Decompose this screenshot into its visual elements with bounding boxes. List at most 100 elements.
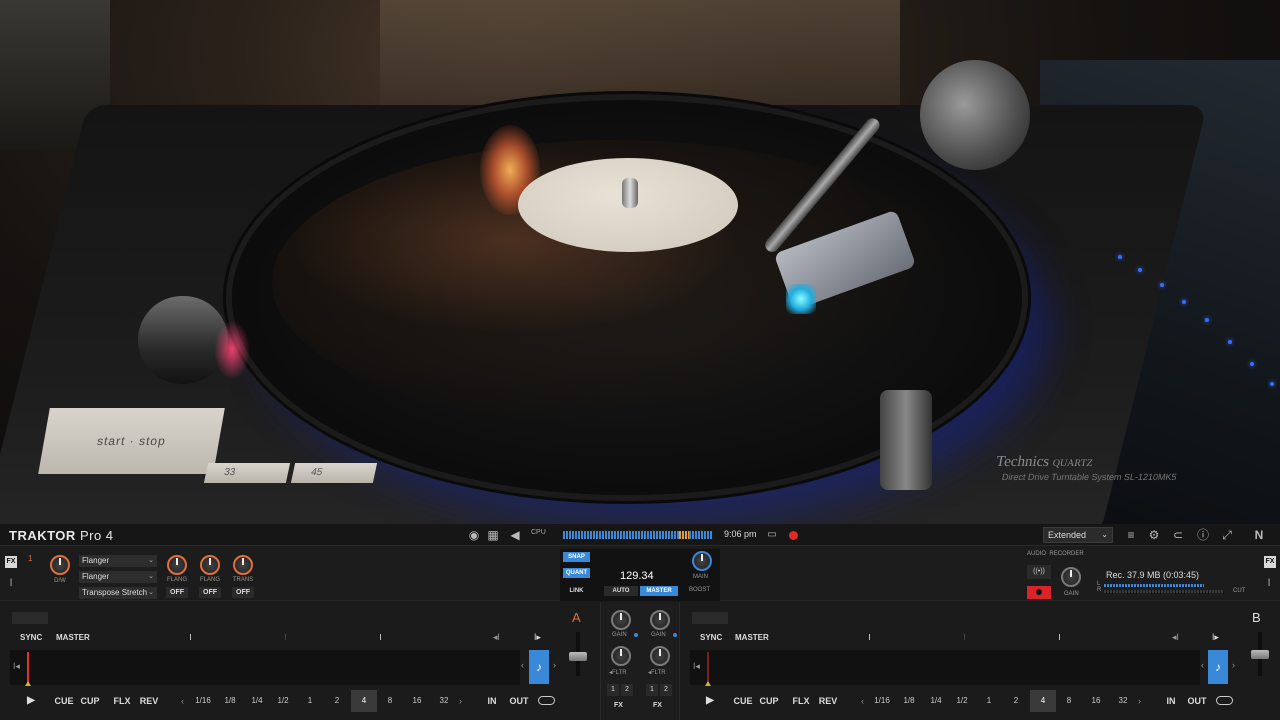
deck-a-reverse-button[interactable]: REV bbox=[137, 690, 161, 712]
gear-icon[interactable]: ⚙ bbox=[1147, 528, 1161, 542]
deck-b-overview[interactable]: ǀ◂ bbox=[690, 650, 1200, 686]
channel-b-filter-knob[interactable] bbox=[650, 646, 670, 666]
dry-wet-knob[interactable] bbox=[50, 555, 70, 575]
deck-b-loop-1[interactable]: 1 bbox=[976, 690, 1002, 712]
deck-a-to-start-icon[interactable]: ǀ◂ bbox=[13, 661, 20, 672]
deck-a-key-down-icon[interactable]: ‹ bbox=[521, 660, 524, 670]
deck-a-beatjump-back-icon[interactable]: ◂ǀ bbox=[493, 632, 500, 643]
deck-b-loop-2[interactable]: 2 bbox=[1003, 690, 1029, 712]
ni-logo-icon: N bbox=[1254, 528, 1264, 542]
deck-a-loop-16[interactable]: 16 bbox=[404, 690, 430, 712]
master-button[interactable]: MASTER bbox=[640, 586, 678, 596]
midi-icon[interactable]: ▦ bbox=[486, 528, 500, 542]
fx-button-1[interactable]: OFF bbox=[166, 587, 188, 598]
deck-b-beatjump-back-icon[interactable]: ◂ǀ bbox=[1172, 632, 1179, 643]
record-button[interactable] bbox=[1027, 586, 1051, 599]
deck-a-loop-8[interactable]: 8 bbox=[377, 690, 403, 712]
deck-b-master-button[interactable]: MASTER bbox=[735, 633, 769, 642]
deck-a-loop-1-2[interactable]: 1/2 bbox=[270, 690, 296, 712]
deck-a-play-button[interactable]: ▶ bbox=[24, 690, 38, 712]
deck-b-to-start-icon[interactable]: ǀ◂ bbox=[693, 661, 700, 672]
deck-a-loop-4[interactable]: 4 bbox=[351, 690, 377, 712]
deck-a-loop-in-button[interactable]: IN bbox=[484, 690, 500, 712]
recorder-source-icon[interactable]: ((•)) bbox=[1027, 565, 1051, 579]
fx-knob-2[interactable] bbox=[200, 555, 220, 575]
fx-knob-3[interactable] bbox=[233, 555, 253, 575]
channel-a-filter-knob[interactable] bbox=[611, 646, 631, 666]
deck-a-loop-2[interactable]: 2 bbox=[324, 690, 350, 712]
link-button[interactable]: LINK bbox=[563, 586, 590, 596]
deck-b-loop-16[interactable]: 16 bbox=[1083, 690, 1109, 712]
fx-slot-3-select[interactable]: Transpose Stretch ⌄ bbox=[79, 587, 157, 599]
deck-b-loop-out-button[interactable]: OUT bbox=[1185, 690, 1209, 712]
deck-b-cup-button[interactable]: CUP bbox=[758, 690, 780, 712]
channel-a-fx2-assign[interactable]: 2 bbox=[621, 684, 633, 696]
fx-slot-2-select[interactable]: Flanger ⌄ bbox=[79, 571, 157, 583]
deck-a-loop-1-16[interactable]: 1/16 bbox=[190, 690, 216, 712]
link-icon[interactable]: ⊂ bbox=[1171, 528, 1185, 542]
fullscreen-icon[interactable]: ⤢ bbox=[1220, 528, 1234, 542]
channel-a-gain-knob[interactable] bbox=[611, 610, 631, 630]
deck-a-loop-active-icon[interactable] bbox=[538, 696, 555, 705]
deck-a-overview[interactable]: ǀ◂ bbox=[10, 650, 520, 686]
recorder-gain-knob[interactable] bbox=[1061, 567, 1081, 587]
deck-b-loop-1-8[interactable]: 1/8 bbox=[896, 690, 922, 712]
deck-a-sync-button[interactable]: SYNC bbox=[20, 633, 42, 642]
deck-b-reverse-button[interactable]: REV bbox=[816, 690, 840, 712]
deck-b-play-button[interactable]: ▶ bbox=[703, 690, 717, 712]
deck-a-beatjump-fwd-icon[interactable]: ǀ▸ bbox=[534, 632, 541, 643]
deck-b-loop-larger-icon[interactable]: › bbox=[1138, 696, 1141, 706]
info-icon[interactable]: ⓘ bbox=[1196, 528, 1210, 542]
fx-slot-1-select[interactable]: Flanger ⌄ bbox=[79, 555, 157, 567]
deck-b-loop-smaller-icon[interactable]: ‹ bbox=[861, 696, 864, 706]
deck-b-loop-8[interactable]: 8 bbox=[1056, 690, 1082, 712]
deck-a-flux-button[interactable]: FLX bbox=[111, 690, 133, 712]
deck-a-keylock-button[interactable]: ♪ bbox=[529, 650, 549, 684]
deck-a-loop-1-4[interactable]: 1/4 bbox=[244, 690, 270, 712]
layout-select[interactable]: Extended ⌄ bbox=[1043, 527, 1113, 543]
deck-b-tempo-handle[interactable] bbox=[1251, 650, 1269, 659]
auto-button[interactable]: AUTO bbox=[604, 586, 638, 596]
deck-a-tempo-handle[interactable] bbox=[569, 652, 587, 661]
snap-button[interactable]: SNAP bbox=[563, 552, 590, 562]
deck-b-sync-button[interactable]: SYNC bbox=[700, 633, 722, 642]
channel-b-fx1-assign[interactable]: 1 bbox=[646, 684, 658, 696]
deck-b-loop-active-icon[interactable] bbox=[1216, 696, 1233, 705]
deck-b-loop-1-16[interactable]: 1/16 bbox=[869, 690, 895, 712]
deck-a-loop-larger-icon[interactable]: › bbox=[459, 696, 462, 706]
channel-b-gain-knob[interactable] bbox=[650, 610, 670, 630]
browser-icon[interactable]: ≡ bbox=[1124, 528, 1138, 542]
fx-button-3[interactable]: OFF bbox=[232, 587, 254, 598]
deck-b-loop-1-4[interactable]: 1/4 bbox=[923, 690, 949, 712]
deck-a-master-button[interactable]: MASTER bbox=[56, 633, 90, 642]
channel-a-fx1-assign[interactable]: 1 bbox=[607, 684, 619, 696]
deck-b-beatjump-fwd-icon[interactable]: ǀ▸ bbox=[1212, 632, 1219, 643]
deck-b-key-down-icon[interactable]: ‹ bbox=[1201, 660, 1204, 670]
deck-a-loop-32[interactable]: 32 bbox=[431, 690, 457, 712]
deck-a-loop-1-8[interactable]: 1/8 bbox=[217, 690, 243, 712]
quant-button[interactable]: QUANT bbox=[563, 568, 590, 578]
deck-b-keylock-button[interactable]: ♪ bbox=[1208, 650, 1228, 684]
main-volume-knob[interactable] bbox=[692, 551, 712, 571]
channel-b-fx2-assign[interactable]: 2 bbox=[660, 684, 672, 696]
snapshot-icon[interactable]: ◉ bbox=[467, 528, 481, 542]
deck-b-cue-button[interactable]: CUE bbox=[732, 690, 754, 712]
fx-knob-1[interactable] bbox=[167, 555, 187, 575]
deck-b-flux-button[interactable]: FLX bbox=[790, 690, 812, 712]
deck-a-cue-button[interactable]: CUE bbox=[53, 690, 75, 712]
deck-b-key-up-icon[interactable]: › bbox=[1232, 660, 1235, 670]
fx-routing-icon-left[interactable]: ǀ bbox=[4, 577, 18, 591]
fx-routing-icon-right[interactable]: ǀ bbox=[1262, 577, 1276, 591]
deck-b-loop-4[interactable]: 4 bbox=[1030, 690, 1056, 712]
deck-b-loop-in-button[interactable]: IN bbox=[1163, 690, 1179, 712]
deck-a-loop-smaller-icon[interactable]: ‹ bbox=[181, 696, 184, 706]
fx-button-2[interactable]: OFF bbox=[199, 587, 221, 598]
deck-b-loop-1-2[interactable]: 1/2 bbox=[949, 690, 975, 712]
deck-a-loop-1[interactable]: 1 bbox=[297, 690, 323, 712]
master-bpm[interactable]: 129.34 bbox=[620, 570, 654, 582]
deck-b-loop-32[interactable]: 32 bbox=[1110, 690, 1136, 712]
deck-a-loop-out-button[interactable]: OUT bbox=[507, 690, 531, 712]
deck-a-cup-button[interactable]: CUP bbox=[79, 690, 101, 712]
deck-a-key-up-icon[interactable]: › bbox=[553, 660, 556, 670]
speaker-icon[interactable]: ◀ bbox=[508, 528, 522, 542]
